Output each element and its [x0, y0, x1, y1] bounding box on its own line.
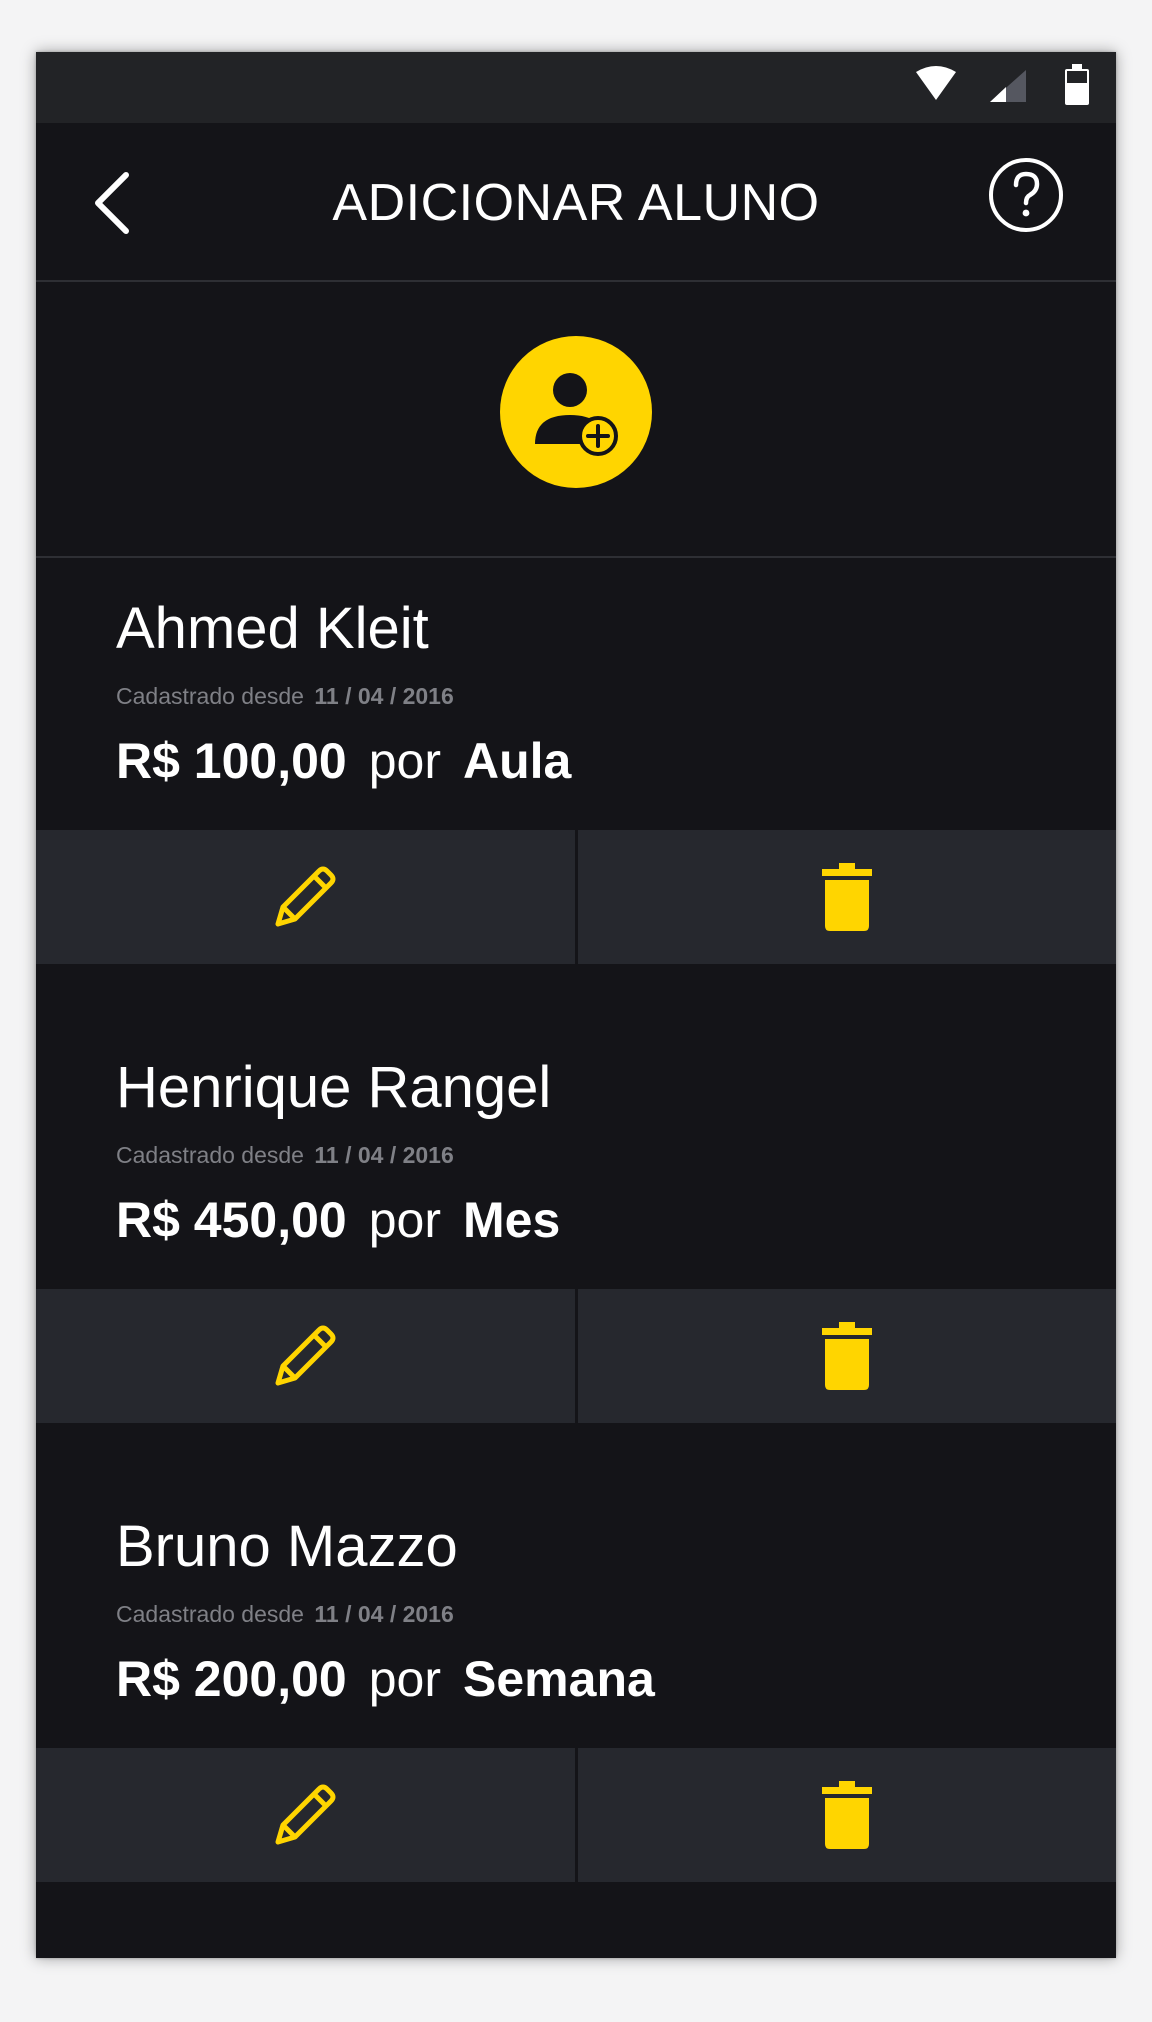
- card-actions: [36, 1289, 1116, 1423]
- add-student-button[interactable]: [500, 336, 652, 488]
- help-button[interactable]: [986, 155, 1066, 235]
- registration-date: Cadastrado desde 11 / 04 / 2016: [116, 1598, 454, 1630]
- trash-icon: [821, 863, 872, 931]
- app-bar: ADICIONAR ALUNO: [36, 123, 1116, 282]
- edit-button[interactable]: [36, 1748, 578, 1882]
- phone-screen: ADICIONAR ALUNO Ahmed Kleit Cadastrado d…: [36, 52, 1116, 1958]
- billing-period: Aula: [463, 733, 572, 789]
- chevron-left-icon: [95, 172, 129, 234]
- student-info[interactable]: Henrique Rangel Cadastrado desde 11 / 04…: [36, 1015, 1116, 1289]
- delete-button[interactable]: [578, 1748, 1117, 1882]
- add-user-icon: [535, 373, 618, 456]
- per-label: por: [368, 1651, 442, 1707]
- student-price: R$ 100,00: [116, 733, 347, 789]
- pencil-icon: [275, 1325, 336, 1386]
- delete-button[interactable]: [578, 830, 1117, 964]
- page-title: ADICIONAR ALUNO: [332, 174, 820, 232]
- edit-button[interactable]: [36, 1289, 578, 1423]
- card-actions: [36, 830, 1116, 964]
- since-label: Cadastrado desde: [116, 1601, 304, 1627]
- registration-date: Cadastrado desde 11 / 04 / 2016: [116, 1139, 454, 1171]
- wifi-icon: [916, 66, 956, 100]
- student-name: Bruno Mazzo: [116, 1514, 458, 1579]
- pencil-icon: [275, 866, 336, 927]
- help-circle-icon: [989, 158, 1063, 232]
- student-name: Henrique Rangel: [116, 1055, 552, 1120]
- billing-period: Semana: [463, 1651, 655, 1707]
- back-button[interactable]: [76, 163, 156, 243]
- delete-button[interactable]: [578, 1289, 1117, 1423]
- student-card: Henrique Rangel Cadastrado desde 11 / 04…: [36, 1015, 1116, 1423]
- trash-icon: [821, 1781, 872, 1849]
- since-label: Cadastrado desde: [116, 683, 304, 709]
- pencil-icon: [275, 1784, 336, 1845]
- per-label: por: [368, 733, 442, 789]
- student-card: Bruno Mazzo Cadastrado desde 11 / 04 / 2…: [36, 1474, 1116, 1882]
- price-line: R$ 200,00 por Semana: [116, 1646, 655, 1712]
- billing-period: Mes: [463, 1192, 561, 1248]
- student-name: Ahmed Kleit: [116, 596, 429, 661]
- per-label: por: [368, 1192, 442, 1248]
- student-price: R$ 200,00: [116, 1651, 347, 1707]
- student-price: R$ 450,00: [116, 1192, 347, 1248]
- price-line: R$ 450,00 por Mes: [116, 1187, 560, 1253]
- add-student-section: [36, 282, 1116, 558]
- since-date: 11 / 04 / 2016: [314, 683, 454, 709]
- since-date: 11 / 04 / 2016: [314, 1601, 454, 1627]
- student-info[interactable]: Ahmed Kleit Cadastrado desde 11 / 04 / 2…: [36, 556, 1116, 830]
- since-date: 11 / 04 / 2016: [314, 1142, 454, 1168]
- battery-icon: [1065, 64, 1089, 105]
- card-actions: [36, 1748, 1116, 1882]
- student-info[interactable]: Bruno Mazzo Cadastrado desde 11 / 04 / 2…: [36, 1474, 1116, 1748]
- registration-date: Cadastrado desde 11 / 04 / 2016: [116, 680, 454, 712]
- student-card: Ahmed Kleit Cadastrado desde 11 / 04 / 2…: [36, 556, 1116, 964]
- trash-icon: [821, 1322, 872, 1390]
- since-label: Cadastrado desde: [116, 1142, 304, 1168]
- cellular-signal-icon: [990, 70, 1026, 102]
- status-bar: [36, 52, 1116, 123]
- price-line: R$ 100,00 por Aula: [116, 728, 571, 794]
- edit-button[interactable]: [36, 830, 578, 964]
